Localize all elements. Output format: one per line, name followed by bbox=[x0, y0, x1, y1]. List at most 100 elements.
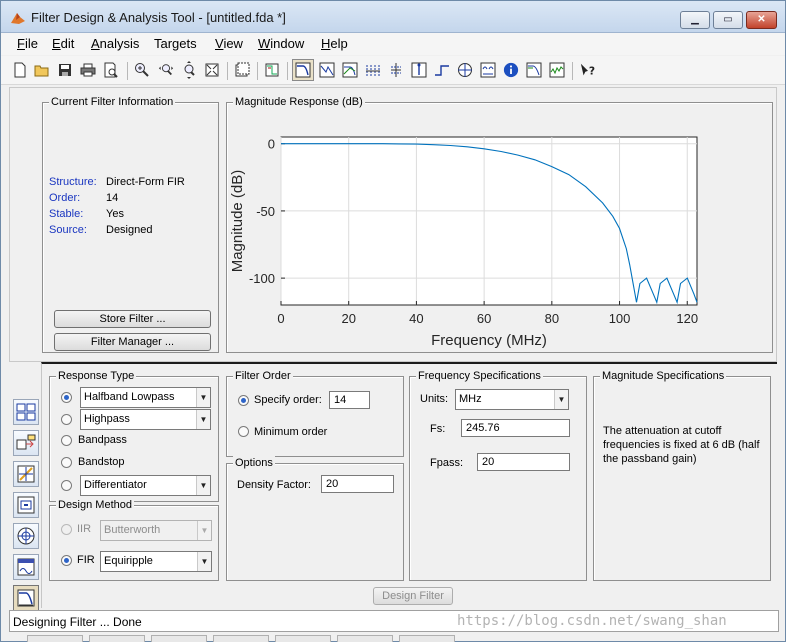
design-panel-sidebar bbox=[11, 394, 41, 611]
density-factor-label: Density Factor: bbox=[237, 479, 311, 491]
impulse-response-icon[interactable] bbox=[410, 61, 428, 79]
store-filter-button[interactable]: Store Filter ... bbox=[54, 310, 211, 328]
maximize-button[interactable]: ▭ bbox=[713, 11, 743, 29]
print-icon[interactable] bbox=[79, 61, 97, 79]
x-tick-label: 120 bbox=[676, 311, 698, 326]
bandpass-label: Bandpass bbox=[78, 434, 127, 446]
pole-zero-editor-icon[interactable] bbox=[13, 461, 39, 487]
matlab-app-icon bbox=[11, 13, 25, 24]
import-filter-icon[interactable] bbox=[13, 523, 39, 549]
stable-label: Stable: bbox=[49, 208, 84, 220]
y-tick-label: 0 bbox=[268, 137, 275, 152]
design-filter-button[interactable]: Design Filter bbox=[373, 587, 453, 605]
minimize-icon: ▁ bbox=[691, 14, 699, 25]
phase-delay-icon[interactable] bbox=[387, 61, 405, 79]
units-select[interactable]: MHz ▼ bbox=[455, 389, 569, 410]
full-view-icon[interactable] bbox=[203, 61, 221, 79]
menu-window[interactable]: Window bbox=[258, 36, 304, 51]
fir-method-select[interactable]: Equiripple ▼ bbox=[100, 551, 212, 572]
print-preview-icon[interactable] bbox=[102, 61, 120, 79]
menu-help[interactable]: Help bbox=[321, 36, 348, 51]
chevron-down-icon: ▼ bbox=[554, 390, 568, 409]
chevron-down-icon: ▼ bbox=[196, 476, 210, 495]
menu-view[interactable]: View bbox=[215, 36, 243, 51]
step-response-icon[interactable] bbox=[433, 61, 451, 79]
whats-this-icon[interactable]: ? bbox=[579, 61, 597, 79]
magnitude-response-chart: 0 20 40 60 80 100 1200-50-100 Frequency (MHz) … bbox=[229, 136, 698, 349]
menu-bar: File Edit Analysis Targets View Window H… bbox=[1, 33, 785, 55]
zoom-in-icon[interactable] bbox=[133, 61, 151, 79]
iir-method-select[interactable]: Butterworth ▼ bbox=[100, 520, 212, 541]
group-delay-icon[interactable] bbox=[364, 61, 382, 79]
units-label: Units: bbox=[420, 393, 449, 405]
bandstop-label: Bandstop bbox=[78, 456, 125, 468]
toolbar: ? bbox=[1, 56, 785, 85]
filter-info-icon[interactable] bbox=[502, 61, 520, 79]
chevron-down-icon: ▼ bbox=[197, 552, 211, 571]
response-type-title: Response Type bbox=[56, 369, 137, 383]
open-icon[interactable] bbox=[33, 61, 51, 79]
filter-order-title: Filter Order bbox=[233, 369, 293, 383]
phase-response-icon[interactable] bbox=[318, 61, 336, 79]
new-icon[interactable] bbox=[11, 61, 29, 79]
bottom-tabs bbox=[9, 634, 779, 642]
y-tick-label: -50 bbox=[256, 204, 275, 219]
structure-label: Structure: bbox=[49, 176, 97, 188]
density-factor-input[interactable]: 20 bbox=[321, 475, 394, 493]
x-tick-label: 0 bbox=[277, 311, 284, 326]
menu-file[interactable]: File bbox=[17, 36, 38, 51]
quantization-icon[interactable] bbox=[13, 554, 39, 580]
multirate-design-icon[interactable] bbox=[13, 492, 39, 518]
mag-phase-icon[interactable] bbox=[341, 61, 359, 79]
design-filter-panel: Response Type Halfband Lowpass ▼ Highpass… bbox=[41, 362, 777, 608]
x-axis-label: Frequency (MHz) bbox=[431, 332, 547, 349]
menu-targets[interactable]: Targets bbox=[154, 36, 197, 51]
fpass-input[interactable]: 20 bbox=[477, 453, 570, 471]
options-group: Options Density Factor: 20 bbox=[226, 456, 404, 581]
fs-input[interactable]: 245.76 bbox=[461, 419, 570, 437]
pole-zero-icon[interactable] bbox=[456, 61, 474, 79]
design-filter-panel-icon[interactable] bbox=[13, 585, 39, 611]
fs-label: Fs: bbox=[430, 423, 446, 435]
source-label: Source: bbox=[49, 224, 87, 236]
bandpass-radio[interactable] bbox=[61, 435, 72, 446]
save-icon[interactable] bbox=[56, 61, 74, 79]
coefficients-icon[interactable] bbox=[479, 61, 497, 79]
design-method-title: Design Method bbox=[56, 498, 134, 512]
highpass-radio[interactable] bbox=[61, 414, 72, 425]
bandstop-radio[interactable] bbox=[61, 457, 72, 468]
magnitude-estimate-icon[interactable] bbox=[525, 61, 543, 79]
zoom-y-icon[interactable] bbox=[180, 61, 198, 79]
differentiator-radio[interactable] bbox=[61, 480, 72, 491]
highpass-select[interactable]: Highpass ▼ bbox=[80, 409, 211, 430]
fir-radio[interactable] bbox=[61, 555, 72, 566]
structure-value: Direct-Form FIR bbox=[106, 176, 185, 188]
filter-specs-icon[interactable] bbox=[263, 61, 281, 79]
halfband-lowpass-select[interactable]: Halfband Lowpass ▼ bbox=[80, 387, 211, 408]
options-title: Options bbox=[233, 456, 275, 470]
minimum-order-radio[interactable] bbox=[238, 426, 249, 437]
x-tick-label: 60 bbox=[477, 311, 491, 326]
realize-model-icon[interactable] bbox=[13, 430, 39, 456]
frequency-specs-title: Frequency Specifications bbox=[416, 369, 543, 383]
response-type-group: Response Type Halfband Lowpass ▼ Highpass… bbox=[49, 369, 219, 502]
specify-order-radio[interactable] bbox=[238, 395, 249, 406]
magnitude-response-icon[interactable] bbox=[292, 59, 314, 81]
close-button[interactable]: ✕ bbox=[746, 11, 777, 29]
transform-filter-icon[interactable] bbox=[13, 399, 39, 425]
new-figure-icon[interactable] bbox=[233, 61, 251, 79]
halfband-lowpass-radio[interactable] bbox=[61, 392, 72, 403]
svg-text:?: ? bbox=[589, 64, 595, 77]
menu-edit[interactable]: Edit bbox=[52, 36, 74, 51]
iir-radio[interactable] bbox=[61, 524, 72, 535]
specify-order-input[interactable]: 14 bbox=[329, 391, 370, 409]
menu-analysis[interactable]: Analysis bbox=[91, 36, 139, 51]
noise-power-icon[interactable] bbox=[548, 61, 566, 79]
minimize-button[interactable]: ▁ bbox=[680, 11, 710, 29]
chevron-down-icon: ▼ bbox=[197, 521, 211, 540]
magnitude-specs-group: Magnitude Specifications The attenuation… bbox=[593, 369, 771, 581]
zoom-x-icon[interactable] bbox=[157, 61, 175, 79]
differentiator-select[interactable]: Differentiator ▼ bbox=[80, 475, 211, 496]
filter-manager-button[interactable]: Filter Manager ... bbox=[54, 333, 211, 351]
current-filter-info-panel: Current Filter Information Structure: Di… bbox=[42, 95, 219, 353]
